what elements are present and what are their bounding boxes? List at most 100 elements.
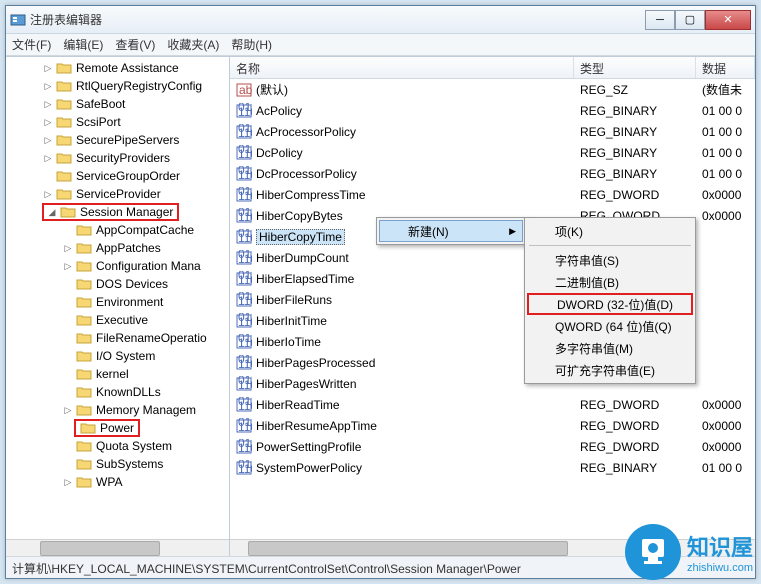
col-header-type[interactable]: 类型	[574, 57, 696, 78]
tree-expander-icon[interactable]: ▷	[42, 117, 54, 128]
tree-item-label: Remote Assistance	[74, 61, 181, 75]
list-row[interactable]: ab(默认)REG_SZ(数值未	[230, 79, 755, 100]
tree-item[interactable]: SubSystems	[6, 455, 229, 473]
folder-icon	[76, 295, 92, 309]
svg-text:110: 110	[238, 315, 252, 329]
tree-item[interactable]: Quota System	[6, 437, 229, 455]
tree-item[interactable]: ServiceGroupOrder	[6, 167, 229, 185]
value-type: REG_DWORD	[574, 419, 696, 433]
tree-hscrollbar[interactable]	[6, 539, 229, 556]
registry-tree[interactable]: ▷ Remote Assistance ▷RtlQueryRegistryConfi…	[6, 57, 229, 539]
menu-view[interactable]: 查看(V)	[115, 36, 155, 53]
close-button[interactable]: ✕	[705, 10, 751, 30]
tree-expander-icon[interactable]: ▷	[42, 189, 54, 200]
tree-item[interactable]: ▷ Remote Assistance	[6, 59, 229, 77]
tree-item[interactable]: ▷ServiceProvider	[6, 185, 229, 203]
menu-favorites[interactable]: 收藏夹(A)	[167, 36, 219, 53]
menu-file[interactable]: 文件(F)	[12, 36, 51, 53]
tree-item[interactable]: KnownDLLs	[6, 383, 229, 401]
menu-item-string[interactable]: 字符串值(S)	[527, 249, 693, 271]
menu-item-key[interactable]: 项(K)	[527, 220, 693, 242]
tree-item[interactable]: ▷SafeBoot	[6, 95, 229, 113]
tree-item[interactable]: ▷SecurePipeServers	[6, 131, 229, 149]
tree-item[interactable]: DOS Devices	[6, 275, 229, 293]
value-type: REG_BINARY	[574, 104, 696, 118]
folder-icon	[76, 475, 92, 489]
col-header-name[interactable]: 名称	[230, 57, 574, 78]
value-name: HiberDumpCount	[256, 251, 349, 265]
tree-item[interactable]: ▷Configuration Mana	[6, 257, 229, 275]
value-name: DcPolicy	[256, 146, 303, 160]
tree-item[interactable]: ◢Session Manager	[6, 203, 229, 221]
binary-value-icon: 011110	[236, 271, 252, 287]
folder-icon	[56, 133, 72, 147]
tree-item[interactable]: ▷ SecurityProviders	[6, 149, 229, 167]
value-name: (默认)	[256, 81, 288, 98]
tree-item[interactable]: I/O System	[6, 347, 229, 365]
tree-expander-icon[interactable]: ▷	[42, 99, 54, 110]
list-row[interactable]: 011110SystemPowerPolicyREG_BINARY01 00 0	[230, 457, 755, 478]
menu-item-expandstring[interactable]: 可扩充字符串值(E)	[527, 359, 693, 381]
folder-icon	[76, 331, 92, 345]
tree-expander-icon[interactable]: ▷	[42, 63, 54, 74]
tree-expander-icon[interactable]: ▷	[42, 81, 54, 92]
list-row[interactable]: 011110AcProcessorPolicyREG_BINARY01 00 0	[230, 121, 755, 142]
folder-icon	[76, 241, 92, 255]
menu-help[interactable]: 帮助(H)	[231, 36, 272, 53]
value-type: REG_DWORD	[574, 440, 696, 454]
value-name: AcProcessorPolicy	[256, 125, 356, 139]
menu-edit[interactable]: 编辑(E)	[63, 36, 103, 53]
tree-item[interactable]: ▷ AppPatches	[6, 239, 229, 257]
window-controls: ─ ▢ ✕	[645, 10, 751, 30]
tree-item-label: WPA	[94, 475, 124, 489]
tree-item[interactable]: ▷ScsiPort	[6, 113, 229, 131]
tree-item[interactable]: Executive	[6, 311, 229, 329]
menu-item-dword[interactable]: DWORD (32-位)值(D)	[527, 293, 693, 315]
binary-value-icon: 011110	[236, 250, 252, 266]
list-row[interactable]: 011110PowerSettingProfileREG_DWORD0x0000	[230, 436, 755, 457]
titlebar[interactable]: 注册表编辑器 ─ ▢ ✕	[6, 6, 755, 34]
tree-item-label: SecurityProviders	[74, 151, 172, 165]
context-submenu-new: 项(K) 字符串值(S) 二进制值(B) DWORD (32-位)值(D) QW…	[524, 217, 696, 384]
col-header-data[interactable]: 数据	[696, 57, 755, 78]
tree-item[interactable]: Power	[6, 419, 229, 437]
menu-item-new[interactable]: 新建(N) ▶	[379, 220, 523, 242]
tree-item-label: KnownDLLs	[94, 385, 163, 399]
tree-item[interactable]: kernel	[6, 365, 229, 383]
tree-item[interactable]: ▷ WPA	[6, 473, 229, 491]
value-name: AcPolicy	[256, 104, 302, 118]
tree-expander-icon[interactable]: ▷	[62, 405, 74, 416]
menu-item-multistring[interactable]: 多字符串值(M)	[527, 337, 693, 359]
tree-item[interactable]: Environment	[6, 293, 229, 311]
folder-icon	[80, 421, 96, 435]
list-row[interactable]: 011110DcPolicyREG_BINARY01 00 0	[230, 142, 755, 163]
minimize-button[interactable]: ─	[645, 10, 675, 30]
tree-item[interactable]: ▷RtlQueryRegistryConfig	[6, 77, 229, 95]
tree-expander-icon[interactable]: ▷	[62, 477, 74, 488]
binary-value-icon: 011110	[236, 208, 252, 224]
list-row[interactable]: 011110HiberResumeAppTimeREG_DWORD0x0000	[230, 415, 755, 436]
list-header: 名称 类型 数据	[230, 57, 755, 79]
menu-item-binary[interactable]: 二进制值(B)	[527, 271, 693, 293]
tree-expander-icon[interactable]: ▷	[42, 135, 54, 146]
tree-item[interactable]: AppCompatCache	[6, 221, 229, 239]
maximize-button[interactable]: ▢	[675, 10, 705, 30]
tree-expander-icon[interactable]: ▷	[62, 261, 74, 272]
menu-item-qword[interactable]: QWORD (64 位)值(Q)	[527, 315, 693, 337]
value-type: REG_BINARY	[574, 125, 696, 139]
tree-item[interactable]: FileRenameOperatio	[6, 329, 229, 347]
tree-item[interactable]: ▷Memory Managem	[6, 401, 229, 419]
tree-item-label: AppPatches	[94, 241, 163, 255]
binary-value-icon: 011110	[236, 124, 252, 140]
tree-expander-icon[interactable]: ▷	[42, 153, 54, 164]
list-row[interactable]: 011110HiberCompressTimeREG_DWORD0x0000	[230, 184, 755, 205]
list-row[interactable]: 011110DcProcessorPolicyREG_BINARY01 00 0	[230, 163, 755, 184]
list-row[interactable]: 011110HiberReadTimeREG_DWORD0x0000	[230, 394, 755, 415]
binary-value-icon: 011110	[236, 166, 252, 182]
value-type: REG_BINARY	[574, 146, 696, 160]
folder-icon	[56, 169, 72, 183]
tree-expander-icon[interactable]: ▷	[62, 243, 74, 254]
value-data: 01 00 0	[696, 167, 755, 181]
list-row[interactable]: 011110AcPolicyREG_BINARY01 00 0	[230, 100, 755, 121]
tree-expander-icon[interactable]: ◢	[46, 207, 58, 218]
